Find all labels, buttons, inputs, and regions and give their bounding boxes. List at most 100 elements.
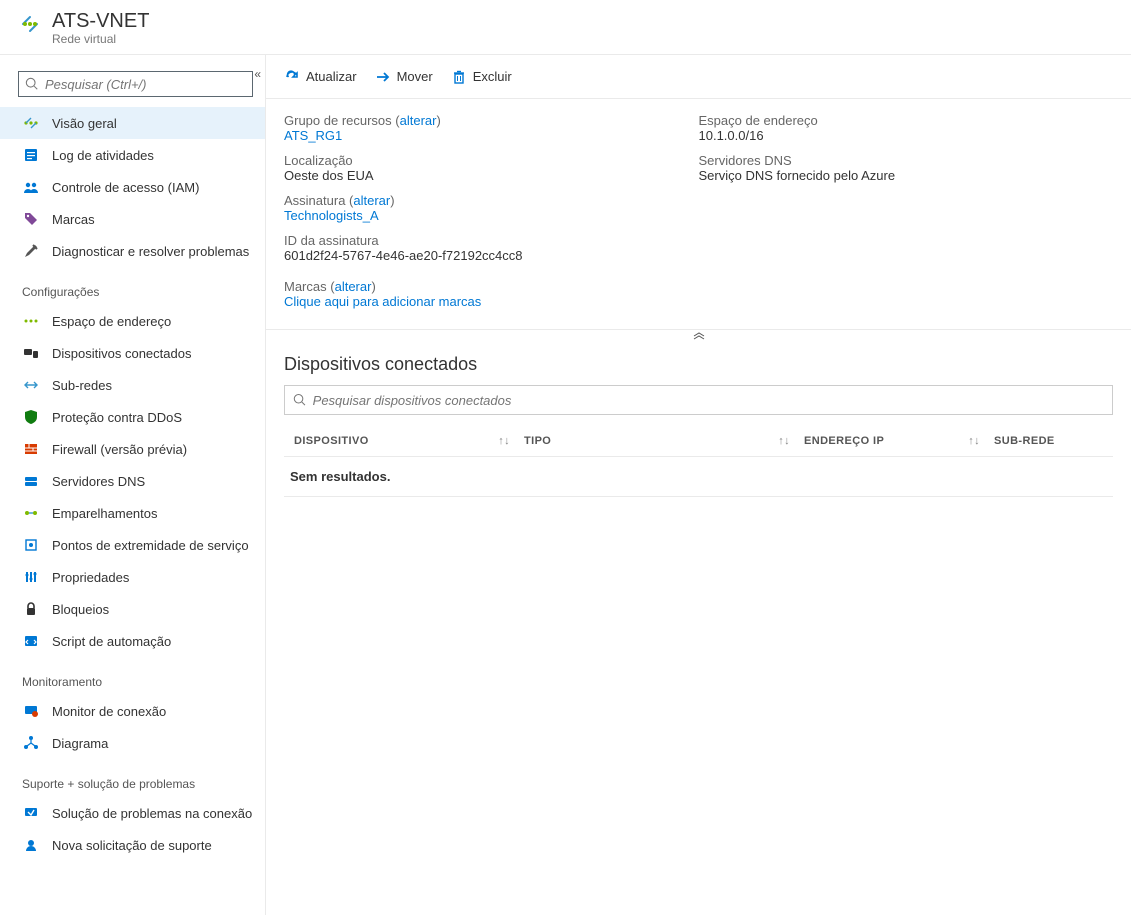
- subscription-value[interactable]: Technologists_A: [284, 208, 699, 223]
- page-header: ATS-VNET Rede virtual: [0, 0, 1131, 55]
- sort-icon: ↑↓: [498, 435, 510, 447]
- nav-automation-script[interactable]: Script de automação: [0, 625, 265, 657]
- dns-label: Servidores DNS: [699, 153, 1114, 168]
- nav-activity-log[interactable]: Log de atividades: [0, 139, 265, 171]
- peering-icon: [22, 504, 40, 522]
- nav-label: Monitor de conexão: [52, 704, 166, 719]
- nav-diagnose[interactable]: Diagnosticar e resolver problemas: [0, 235, 265, 267]
- nav-label: Diagnosticar e resolver problemas: [52, 244, 249, 259]
- nav-connected-devices[interactable]: Dispositivos conectados: [0, 337, 265, 369]
- nav-label: Servidores DNS: [52, 474, 145, 489]
- collapse-sidebar-icon[interactable]: «: [254, 67, 261, 81]
- location-label: Localização: [284, 153, 699, 168]
- col-subnet[interactable]: SUB-REDE: [994, 435, 1113, 447]
- sidebar-search-input[interactable]: [45, 77, 246, 92]
- delete-button[interactable]: Excluir: [451, 69, 512, 85]
- firewall-icon: [22, 440, 40, 458]
- nav-peerings[interactable]: Emparelhamentos: [0, 497, 265, 529]
- address-space-value: 10.1.0.0/16: [699, 128, 1114, 143]
- devices-icon: [22, 344, 40, 362]
- move-button[interactable]: Mover: [375, 69, 433, 85]
- content-area: Atualizar Mover Excluir Grupo de recurso…: [266, 55, 1131, 915]
- nav-subnets[interactable]: Sub-redes: [0, 369, 265, 401]
- nav-label: Nova solicitação de suporte: [52, 838, 212, 853]
- connected-devices-section: Dispositivos conectados DISPOSITIVO↑↓ TI…: [266, 344, 1131, 515]
- people-icon: [22, 178, 40, 196]
- col-device[interactable]: DISPOSITIVO↑↓: [284, 435, 524, 447]
- diagram-icon: [22, 734, 40, 752]
- tags-value[interactable]: Clique aqui para adicionar marcas: [284, 294, 699, 309]
- dns-icon: [22, 472, 40, 490]
- col-type[interactable]: TIPO↑↓: [524, 435, 804, 447]
- shield-icon: [22, 408, 40, 426]
- devices-search[interactable]: [284, 385, 1113, 415]
- nav-iam[interactable]: Controle de acesso (IAM): [0, 171, 265, 203]
- nav-label: Log de atividades: [52, 148, 154, 163]
- nav-label: Espaço de endereço: [52, 314, 171, 329]
- nav-label: Dispositivos conectados: [52, 346, 191, 361]
- sort-icon: ↑↓: [778, 435, 790, 447]
- nav-overview[interactable]: Visão geral: [0, 107, 265, 139]
- nav-service-endpoints[interactable]: Pontos de extremidade de serviço: [0, 529, 265, 561]
- nav-ddos[interactable]: Proteção contra DDoS: [0, 401, 265, 433]
- trash-icon: [451, 69, 467, 85]
- nav-label: Visão geral: [52, 116, 117, 131]
- section-settings: Configurações: [0, 267, 265, 305]
- devices-table-header: DISPOSITIVO↑↓ TIPO↑↓ ENDEREÇO IP↑↓ SUB-R…: [284, 425, 1113, 457]
- script-icon: [22, 632, 40, 650]
- nav-label: Propriedades: [52, 570, 129, 585]
- devices-search-input[interactable]: [313, 393, 1104, 408]
- log-icon: [22, 146, 40, 164]
- sidebar-search[interactable]: [18, 71, 253, 97]
- properties-icon: [22, 568, 40, 586]
- chevron-up-double-icon: [693, 332, 705, 340]
- nav-tags[interactable]: Marcas: [0, 203, 265, 235]
- sidebar: « Visão geral Log de atividades Controle…: [0, 55, 266, 915]
- devices-title: Dispositivos conectados: [284, 354, 1113, 375]
- section-support: Suporte + solução de problemas: [0, 759, 265, 797]
- nav-new-support-request[interactable]: Nova solicitação de suporte: [0, 829, 265, 861]
- page-subtitle: Rede virtual: [52, 32, 149, 46]
- nav-label: Bloqueios: [52, 602, 109, 617]
- nav-label: Marcas: [52, 212, 95, 227]
- refresh-button[interactable]: Atualizar: [284, 69, 357, 85]
- essentials: Grupo de recursos (alterar) ATS_RG1 Loca…: [266, 99, 1131, 329]
- nav-label: Script de automação: [52, 634, 171, 649]
- nav-label: Controle de acesso (IAM): [52, 180, 199, 195]
- monitor-icon: [22, 702, 40, 720]
- nav-label: Emparelhamentos: [52, 506, 158, 521]
- dns-value: Serviço DNS fornecido pelo Azure: [699, 168, 1114, 183]
- subscription-id-value: 601d2f24-5767-4e46-ae20-f72192cc4cc8: [284, 248, 699, 263]
- nav-dns[interactable]: Servidores DNS: [0, 465, 265, 497]
- label: Mover: [397, 69, 433, 84]
- move-icon: [375, 69, 391, 85]
- nav-label: Pontos de extremidade de serviço: [52, 538, 249, 553]
- support-icon: [22, 836, 40, 854]
- wrench-icon: [22, 242, 40, 260]
- devices-table: DISPOSITIVO↑↓ TIPO↑↓ ENDEREÇO IP↑↓ SUB-R…: [284, 425, 1113, 497]
- change-tags-link[interactable]: alterar: [335, 279, 372, 294]
- nav-locks[interactable]: Bloqueios: [0, 593, 265, 625]
- sort-icon: ↑↓: [968, 435, 980, 447]
- location-value: Oeste dos EUA: [284, 168, 699, 183]
- nav-connection-troubleshoot[interactable]: Solução de problemas na conexão: [0, 797, 265, 829]
- change-subscription-link[interactable]: alterar: [353, 193, 390, 208]
- resource-group-label: Grupo de recursos: [284, 113, 392, 128]
- label: Atualizar: [306, 69, 357, 84]
- troubleshoot-icon: [22, 804, 40, 822]
- change-resource-group-link[interactable]: alterar: [400, 113, 437, 128]
- nav-properties[interactable]: Propriedades: [0, 561, 265, 593]
- nav-diagram[interactable]: Diagrama: [0, 727, 265, 759]
- page-title: ATS-VNET: [52, 10, 149, 32]
- resource-group-value[interactable]: ATS_RG1: [284, 128, 699, 143]
- address-icon: [22, 312, 40, 330]
- nav-address-space[interactable]: Espaço de endereço: [0, 305, 265, 337]
- vnet-icon: [18, 12, 42, 36]
- collapse-essentials[interactable]: [266, 329, 1131, 344]
- nav-connection-monitor[interactable]: Monitor de conexão: [0, 695, 265, 727]
- col-ip[interactable]: ENDEREÇO IP↑↓: [804, 435, 994, 447]
- tags-label: Marcas: [284, 279, 327, 294]
- nav-firewall[interactable]: Firewall (versão prévia): [0, 433, 265, 465]
- vnet-small-icon: [22, 114, 40, 132]
- nav-label: Diagrama: [52, 736, 108, 751]
